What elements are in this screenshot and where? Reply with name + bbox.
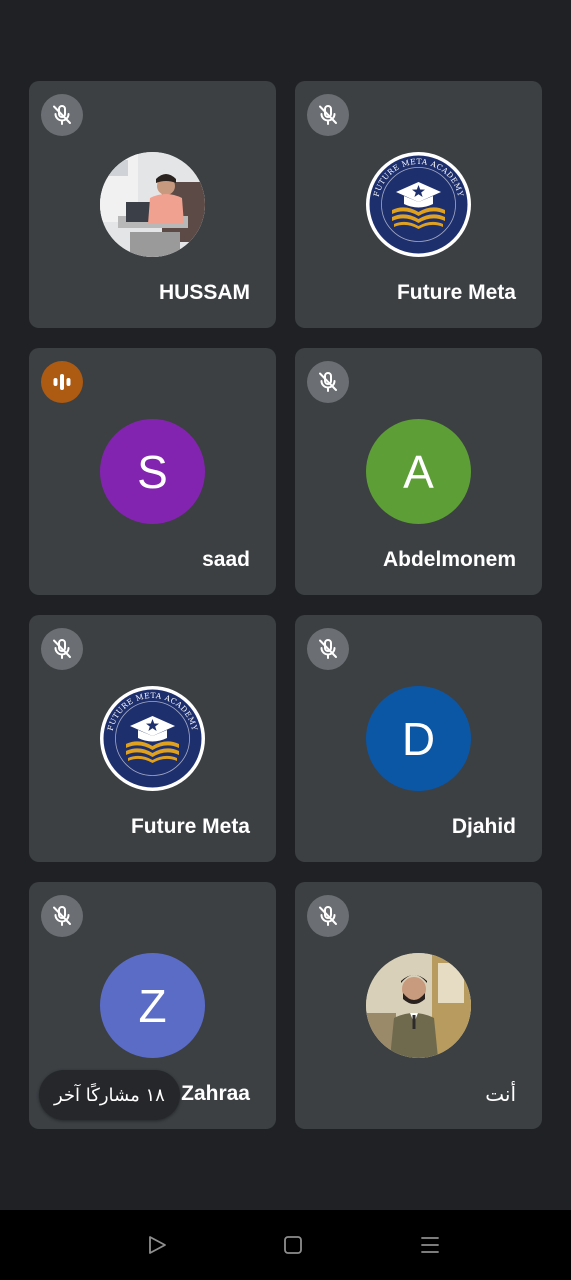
- future-meta-academy-logo: FUTURE META ACADEMY: [366, 152, 471, 257]
- mic-muted-icon: [41, 94, 83, 136]
- participant-name: Future Meta: [130, 815, 250, 838]
- participant-name: Djahid: [451, 815, 516, 838]
- mic-muted-icon: [307, 628, 349, 670]
- participant-avatar-initial: A: [366, 419, 471, 524]
- participant-avatar-initial: Z: [100, 953, 205, 1058]
- home-square-icon[interactable]: [280, 1232, 306, 1258]
- future-meta-academy-logo: FUTURE META ACADEMY: [100, 686, 205, 791]
- meeting-screen: HUSSAM FUTURE META ACADEMY Future Meta S…: [0, 0, 571, 1280]
- mic-muted-icon: [307, 895, 349, 937]
- mic-muted-icon: [307, 361, 349, 403]
- participant-avatar-photo: [366, 953, 471, 1058]
- speaking-indicator-icon: [41, 361, 83, 403]
- participant-avatar-initial: S: [100, 419, 205, 524]
- mic-muted-icon: [41, 895, 83, 937]
- mic-muted-icon: [307, 94, 349, 136]
- system-navigation-bar: [0, 1210, 571, 1280]
- participant-avatar-initial: D: [366, 686, 471, 791]
- participant-avatar-photo: [100, 152, 205, 257]
- participant-tile-abdelmonem[interactable]: A Abdelmonem: [295, 348, 542, 595]
- mic-muted-icon: [41, 628, 83, 670]
- participant-name: saad: [202, 548, 250, 571]
- back-triangle-icon[interactable]: [144, 1232, 170, 1258]
- recents-lines-icon[interactable]: [417, 1232, 443, 1258]
- participant-name: HUSSAM: [158, 281, 250, 304]
- participant-name: Zahraa: [181, 1082, 250, 1105]
- participant-tile-djahid[interactable]: D Djahid: [295, 615, 542, 862]
- participant-tile-future-meta[interactable]: FUTURE META ACADEMY Future Meta: [295, 81, 542, 328]
- participant-tile-self[interactable]: أنت: [295, 882, 542, 1129]
- other-participants-chip[interactable]: ١٨ مشاركًا آخر: [39, 1070, 180, 1120]
- participant-tile-saad[interactable]: S saad: [29, 348, 276, 595]
- participant-name: Abdelmonem: [382, 548, 516, 571]
- participant-tile-future-meta-2[interactable]: FUTURE META ACADEMY Future Meta: [29, 615, 276, 862]
- participant-tile-hussam[interactable]: HUSSAM: [29, 81, 276, 328]
- participant-name: أنت: [485, 1082, 516, 1106]
- participant-name: Future Meta: [396, 281, 516, 304]
